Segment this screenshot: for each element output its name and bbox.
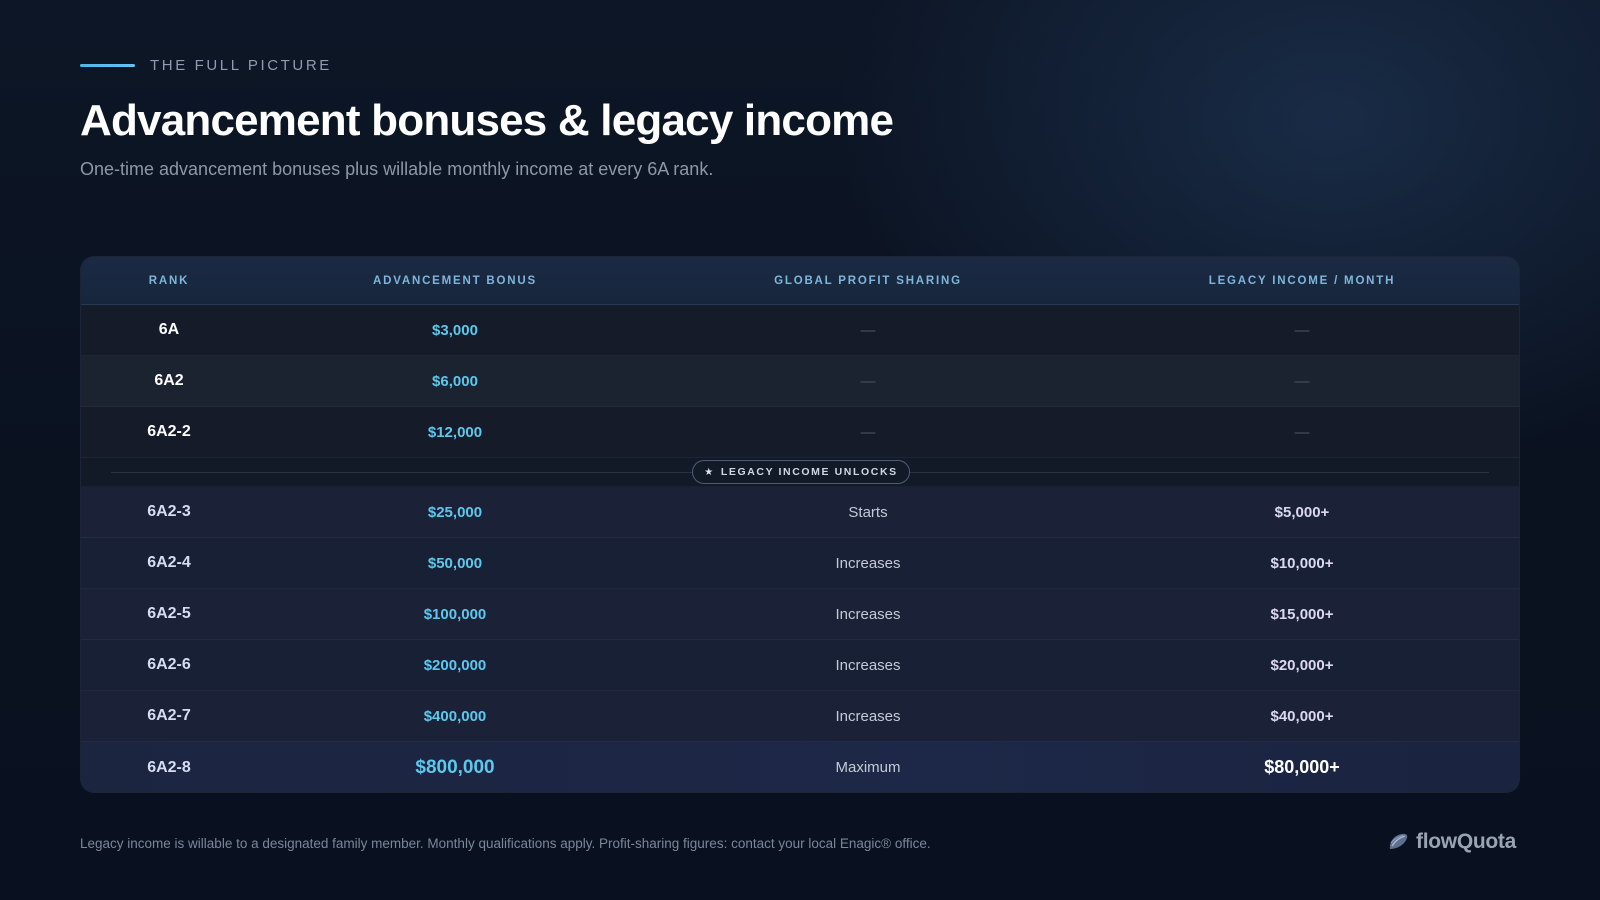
- column-header-bonus: ADVANCEMENT BONUS: [373, 274, 537, 287]
- rank-table: RANK ADVANCEMENT BONUS GLOBAL PROFIT SHA…: [80, 256, 1520, 793]
- page-subtitle: One-time advancement bonuses plus willab…: [80, 159, 714, 179]
- profit-cell: Increases: [835, 707, 901, 725]
- eyebrow-text: THE FULL PICTURE: [150, 57, 332, 74]
- brand-name: flowQuota: [1416, 830, 1516, 853]
- profit-cell: Increases: [835, 605, 901, 623]
- rank-cell: 6A2-8: [147, 758, 191, 776]
- profit-cell: —: [860, 423, 876, 441]
- table-row: 6A2-2 $12,000 — —: [81, 407, 1519, 458]
- eyebrow-accent-line: [80, 64, 135, 67]
- column-header-profit: GLOBAL PROFIT SHARING: [774, 274, 962, 287]
- legacy-unlock-badge: ★ LEGACY INCOME UNLOCKS: [692, 460, 910, 484]
- table-row: 6A2-6 $200,000 Increases $20,000+: [81, 640, 1519, 691]
- table-row: 6A2-4 $50,000 Increases $10,000+: [81, 538, 1519, 589]
- legacy-cell: $15,000+: [1270, 605, 1334, 623]
- rank-cell: 6A2-7: [147, 707, 191, 724]
- legacy-cell: $10,000+: [1270, 554, 1334, 572]
- bonus-cell: $50,000: [427, 554, 483, 572]
- table-row-top-rank: 6A2-8 $800,000 Maximum $80,000+: [81, 742, 1519, 792]
- rank-cell: 6A2-4: [147, 554, 191, 571]
- rank-cell: 6A2-6: [147, 656, 191, 673]
- flowquota-logo-icon: [1389, 833, 1408, 849]
- star-icon: ★: [704, 466, 715, 478]
- table-row: 6A $3,000 — —: [81, 305, 1519, 356]
- legacy-cell: $20,000+: [1270, 656, 1334, 674]
- legacy-cell: —: [1294, 423, 1310, 441]
- bonus-cell: $12,000: [427, 423, 483, 441]
- profit-cell: Increases: [835, 656, 901, 674]
- page-title: Advancement bonuses & legacy income: [80, 96, 894, 145]
- table-row: 6A2-5 $100,000 Increases $15,000+: [81, 589, 1519, 640]
- bonus-cell: $800,000: [415, 756, 495, 778]
- bonus-cell: $100,000: [423, 605, 487, 623]
- table-row: 6A2-3 $25,000 Starts $5,000+: [81, 487, 1519, 538]
- profit-cell: Starts: [848, 503, 888, 521]
- profit-cell: Increases: [835, 554, 901, 572]
- table-header: RANK ADVANCEMENT BONUS GLOBAL PROFIT SHA…: [81, 257, 1519, 305]
- bonus-cell: $400,000: [423, 707, 487, 725]
- legacy-cell: $40,000+: [1270, 707, 1334, 725]
- bonus-cell: $3,000: [432, 321, 478, 339]
- rank-cell: 6A2-5: [147, 605, 191, 622]
- bonus-cell: $25,000: [427, 503, 483, 521]
- table-row: 6A2-7 $400,000 Increases $40,000+: [81, 691, 1519, 742]
- legacy-unlock-label: LEGACY INCOME UNLOCKS: [720, 466, 898, 478]
- eyebrow: THE FULL PICTURE: [80, 57, 332, 74]
- rank-cell: 6A2-3: [147, 503, 191, 520]
- rank-cell: 6A2: [154, 372, 184, 389]
- legacy-cell: $5,000+: [1274, 503, 1330, 521]
- footnote: Legacy income is willable to a designate…: [80, 836, 931, 851]
- column-header-legacy: LEGACY INCOME / MONTH: [1208, 274, 1396, 287]
- legacy-cell: $80,000+: [1264, 757, 1340, 777]
- bonus-cell: $200,000: [423, 656, 487, 674]
- rank-cell: 6A2-2: [147, 423, 191, 440]
- table-row: 6A2 $6,000 — —: [81, 356, 1519, 407]
- legacy-cell: —: [1294, 321, 1310, 339]
- column-header-rank: RANK: [148, 274, 190, 287]
- profit-cell: —: [860, 372, 876, 390]
- rank-cell: 6A: [158, 321, 180, 338]
- profit-cell: —: [860, 321, 876, 339]
- bonus-cell: $6,000: [432, 372, 478, 390]
- profit-cell: Maximum: [835, 759, 901, 776]
- brand-logo-group: flowQuota: [1386, 830, 1516, 854]
- legacy-unlock-divider: ★ LEGACY INCOME UNLOCKS: [81, 458, 1519, 487]
- legacy-cell: —: [1294, 372, 1310, 390]
